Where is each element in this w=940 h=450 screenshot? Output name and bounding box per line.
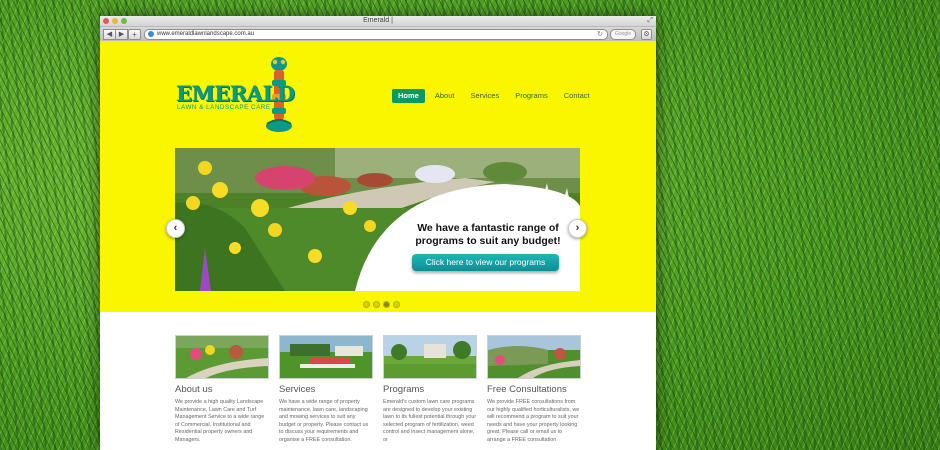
reload-icon[interactable]: ↻ — [597, 30, 603, 39]
site-logo[interactable]: EMERALD LAWN & LANDSCAPE CARE — [176, 54, 298, 132]
add-bookmark-icon[interactable]: + — [128, 29, 141, 40]
consultations-thumbnail[interactable] — [487, 335, 581, 379]
logo-wordmark: EMERALD — [176, 81, 295, 106]
search-field[interactable]: Google — [610, 29, 636, 40]
back-icon[interactable]: ◀ — [103, 29, 116, 40]
window-title: Emerald | — [363, 17, 393, 24]
favicon-icon — [148, 31, 154, 37]
programs-photo — [384, 336, 476, 378]
feature-title: Free Consultations — [487, 384, 567, 395]
nav-contact[interactable]: Contact — [558, 89, 596, 103]
nav-services[interactable]: Services — [464, 89, 505, 103]
main-navigation: Home About Services Programs Contact — [392, 89, 596, 103]
feature-title: About us — [175, 384, 213, 395]
slide-headline-line1: We have a fantastic range of — [417, 222, 559, 234]
about-thumbnail[interactable] — [175, 335, 269, 379]
slide-headline: We have a fantastic range of programs to… — [413, 222, 563, 248]
history-buttons: ◀ ▶ — [103, 29, 128, 40]
nav-home[interactable]: Home — [392, 89, 425, 103]
logo-tagline: LAWN & LANDSCAPE CARE — [177, 104, 271, 111]
feature-text: We provide a high quality Landscape Main… — [175, 399, 265, 443]
feature-text: We have a wide range of property mainten… — [279, 399, 369, 443]
slider-dot-4[interactable] — [393, 301, 400, 308]
gear-icon[interactable]: ⚙ — [641, 29, 652, 40]
feature-programs: Programs Emerald's custom lawn care prog… — [383, 335, 477, 444]
forward-icon[interactable]: ▶ — [116, 29, 128, 40]
feature-text: Emerald's custom lawn care programs are … — [383, 399, 477, 443]
feature-about: About us We provide a high quality Lands… — [175, 335, 269, 444]
slide-headline-line2: programs to suit any budget! — [415, 235, 561, 247]
nav-programs[interactable]: Programs — [509, 89, 554, 103]
address-bar[interactable]: www.emeraldlawnlandscape.com.au ↻ — [144, 29, 608, 40]
feature-title: Services — [279, 384, 316, 395]
slider-pagination — [363, 301, 400, 308]
browser-window: Emerald | ⤢ ◀ ▶ + www.emeraldlawnlandsca… — [100, 16, 656, 450]
features-section: About us We provide a high quality Lands… — [100, 312, 656, 450]
slider-dot-1[interactable] — [363, 301, 370, 308]
services-photo — [280, 336, 372, 378]
consultations-photo — [488, 336, 580, 378]
slider-dot-2[interactable] — [373, 301, 380, 308]
slider-prev-arrow-icon[interactable]: ‹ — [166, 219, 185, 238]
image-slider: We have a fantastic range of programs to… — [175, 148, 580, 291]
fullscreen-icon[interactable]: ⤢ — [647, 17, 653, 25]
slider-next-arrow-icon[interactable]: › — [568, 219, 587, 238]
programs-thumbnail[interactable] — [383, 335, 477, 379]
feature-consultations: Free Consultations We provide FREE consu… — [487, 335, 581, 444]
title-bar: Emerald | ⤢ — [100, 16, 656, 27]
hero-section: EMERALD LAWN & LANDSCAPE CARE Home About… — [100, 41, 656, 312]
browser-toolbar: ◀ ▶ + www.emeraldlawnlandscape.com.au ↻ … — [100, 27, 656, 42]
about-photo — [176, 336, 268, 378]
feature-title: Programs — [383, 384, 425, 395]
view-programs-button[interactable]: Click here to view our programs — [412, 254, 559, 271]
slider-dot-3[interactable] — [383, 301, 390, 308]
url-text[interactable]: www.emeraldlawnlandscape.com.au — [157, 30, 254, 39]
feature-services: Services We have a wide range of propert… — [279, 335, 373, 444]
nav-about[interactable]: About — [429, 89, 461, 103]
feature-text: We provide FREE consultations from our h… — [487, 399, 580, 443]
services-thumbnail[interactable] — [279, 335, 373, 379]
